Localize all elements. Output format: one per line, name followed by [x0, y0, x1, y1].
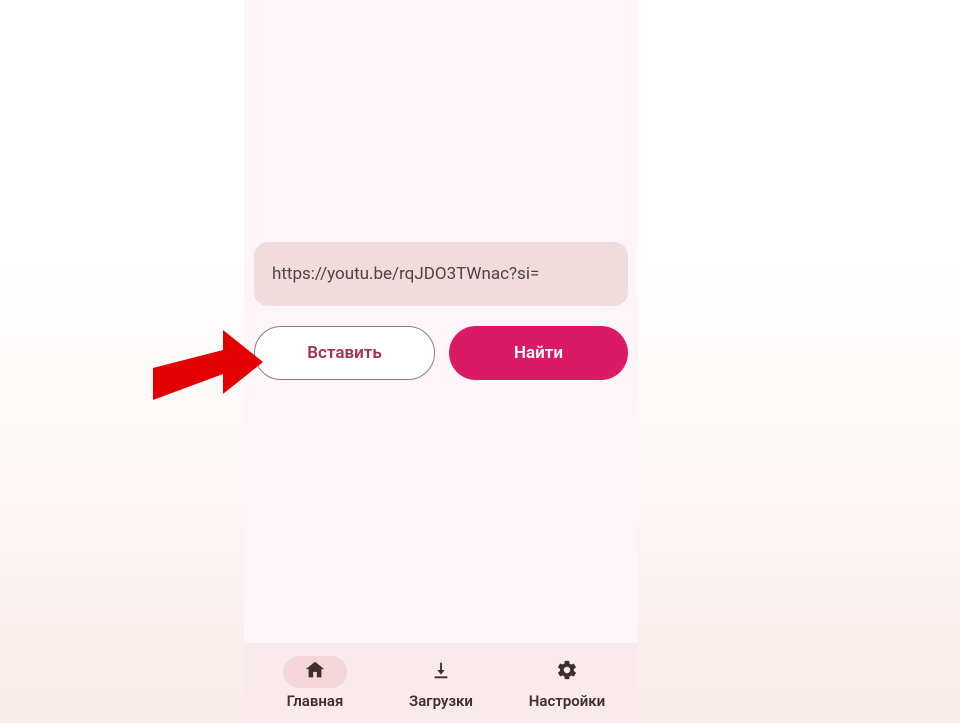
home-icon-wrap — [283, 656, 347, 688]
url-input[interactable] — [254, 242, 628, 306]
paste-button[interactable]: Вставить — [254, 326, 435, 380]
nav-home[interactable]: Главная — [252, 656, 378, 710]
bottom-nav: Главная Загрузки Настройки — [244, 643, 638, 723]
main-area: Вставить Найти — [244, 0, 638, 643]
gear-icon-wrap — [535, 656, 599, 688]
gear-icon — [556, 659, 578, 685]
find-button[interactable]: Найти — [449, 326, 628, 380]
home-icon — [304, 659, 326, 685]
app-screen: Вставить Найти Главная Загрузки — [244, 0, 638, 723]
nav-settings-label: Настройки — [529, 692, 605, 710]
button-row: Вставить Найти — [254, 326, 628, 380]
download-icon — [430, 659, 452, 685]
download-icon-wrap — [409, 656, 473, 688]
nav-downloads[interactable]: Загрузки — [378, 656, 504, 710]
nav-downloads-label: Загрузки — [409, 692, 473, 710]
nav-settings[interactable]: Настройки — [504, 656, 630, 710]
nav-home-label: Главная — [287, 692, 344, 710]
